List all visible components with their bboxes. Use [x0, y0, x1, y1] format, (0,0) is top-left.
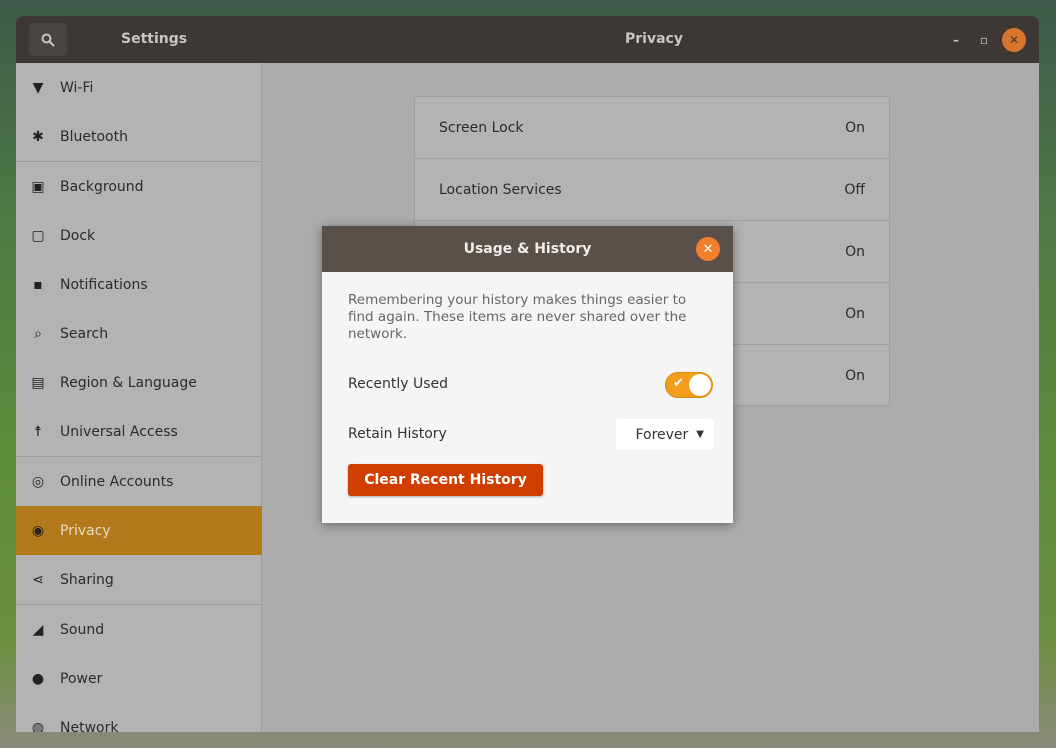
sidebar-item-privacy[interactable]: ◉ Privacy [16, 506, 262, 555]
sidebar-item-label: Sharing [60, 571, 114, 588]
privacy-icon: ◉ [31, 522, 45, 539]
sidebar-item-label: Search [60, 325, 109, 342]
privacy-row-value: On [845, 305, 865, 322]
close-icon: ✕ [702, 241, 714, 257]
privacy-row-value: On [845, 243, 865, 260]
network-icon: ◍ [31, 719, 45, 733]
page-title: Privacy [625, 31, 683, 47]
privacy-row[interactable]: Location Services Off [415, 159, 889, 221]
minimize-icon: – [953, 33, 959, 47]
privacy-row-label: Location Services [439, 181, 562, 198]
check-icon: ✔ [673, 376, 684, 391]
sidebar-item-sharing[interactable]: ⋖ Sharing [16, 555, 262, 604]
sidebar-separator [16, 456, 262, 457]
dialog-description: Remembering your history makes things ea… [348, 292, 687, 342]
sidebar-item-label: Network [60, 719, 119, 733]
sidebar-item-label: Background [60, 178, 144, 195]
sidebar-item-label: Bluetooth [60, 128, 128, 145]
retain-history-dropdown[interactable]: Forever ▼ [616, 419, 714, 450]
sidebar-item-power[interactable]: ● Power [16, 654, 262, 703]
sidebar-separator [16, 161, 262, 162]
sidebar-item-universal-access[interactable]: ☨ Universal Access [16, 407, 262, 456]
privacy-row[interactable]: Screen Lock On [415, 97, 889, 159]
clear-recent-history-button[interactable]: Clear Recent History [348, 464, 543, 496]
sidebar-item-notifications[interactable]: ▪ Notifications [16, 260, 262, 309]
retain-history-value: Forever [635, 426, 689, 443]
sidebar-item-label: Privacy [60, 522, 111, 539]
sidebar-item-sound[interactable]: ◢ Sound [16, 605, 262, 654]
sidebar-item-label: Online Accounts [60, 473, 174, 490]
sidebar-separator [16, 604, 262, 605]
maximize-icon: ▫ [979, 33, 989, 47]
search-button[interactable] [29, 23, 67, 56]
sidebar-item-network[interactable]: ◍ Network [16, 703, 262, 733]
dialog-title: Usage & History [463, 241, 592, 257]
sidebar-item-label: Sound [60, 621, 105, 638]
maximize-button[interactable]: ▫ [972, 28, 996, 52]
sound-icon: ◢ [32, 621, 44, 638]
wi-fi-icon: ▼ [32, 79, 44, 96]
app-title: Settings [121, 31, 188, 47]
toggle-knob [689, 374, 711, 396]
dialog-close-button[interactable]: ✕ [696, 237, 720, 261]
recently-used-label: Recently Used [348, 376, 449, 392]
privacy-row-label: Screen Lock [439, 119, 524, 136]
minimize-button[interactable]: – [944, 28, 968, 52]
sidebar-item-label: Region & Language [60, 374, 197, 391]
notifications-icon: ▪ [33, 276, 43, 293]
sidebar-item-dock[interactable]: ▢ Dock [16, 211, 262, 260]
retain-history-label: Retain History [348, 426, 447, 442]
sidebar: ▼ Wi-Fi ✱ Bluetooth ▣ Background ▢ Dock ▪ Notific… [16, 63, 262, 732]
sidebar-item-label: Notifications [60, 276, 148, 293]
sidebar-item-background[interactable]: ▣ Background [16, 162, 262, 211]
sidebar-item-bluetooth[interactable]: ✱ Bluetooth [16, 112, 262, 161]
chevron-down-icon: ▼ [696, 429, 704, 440]
sharing-icon: ⋖ [32, 571, 44, 588]
sidebar-item-label: Wi-Fi [60, 79, 94, 96]
sidebar-item-wi-fi[interactable]: ▼ Wi-Fi [16, 63, 262, 112]
sidebar-item-search[interactable]: ⌕ Search [16, 309, 262, 358]
sidebar-item-label: Universal Access [60, 423, 178, 440]
usage-history-dialog: Usage & History ✕ Remembering your histo… [322, 226, 733, 523]
privacy-row-value: On [845, 368, 865, 384]
universal-access-icon: ☨ [34, 423, 42, 440]
privacy-row-value: Off [844, 181, 865, 198]
sidebar-item-online-accounts[interactable]: ◎ Online Accounts [16, 457, 262, 506]
bluetooth-icon: ✱ [32, 128, 44, 145]
privacy-row-value: On [845, 119, 865, 136]
region-language-icon: ▤ [31, 374, 45, 391]
background-icon: ▣ [31, 178, 45, 195]
dock-icon: ▢ [31, 227, 45, 244]
close-icon: ✕ [1008, 33, 1020, 47]
header-bar: Settings Privacy – ▫ ✕ [16, 16, 1039, 63]
sidebar-item-label: Power [60, 670, 103, 687]
search-icon: ⌕ [34, 325, 42, 342]
sidebar-item-region-language[interactable]: ▤ Region & Language [16, 358, 262, 407]
power-icon: ● [31, 670, 45, 687]
close-button[interactable]: ✕ [1002, 28, 1026, 52]
online-accounts-icon: ◎ [31, 473, 45, 490]
dialog-header: Usage & History ✕ [322, 226, 733, 272]
search-icon [41, 33, 55, 47]
recently-used-toggle[interactable]: ✔ [665, 372, 713, 398]
sidebar-item-label: Dock [60, 227, 96, 244]
